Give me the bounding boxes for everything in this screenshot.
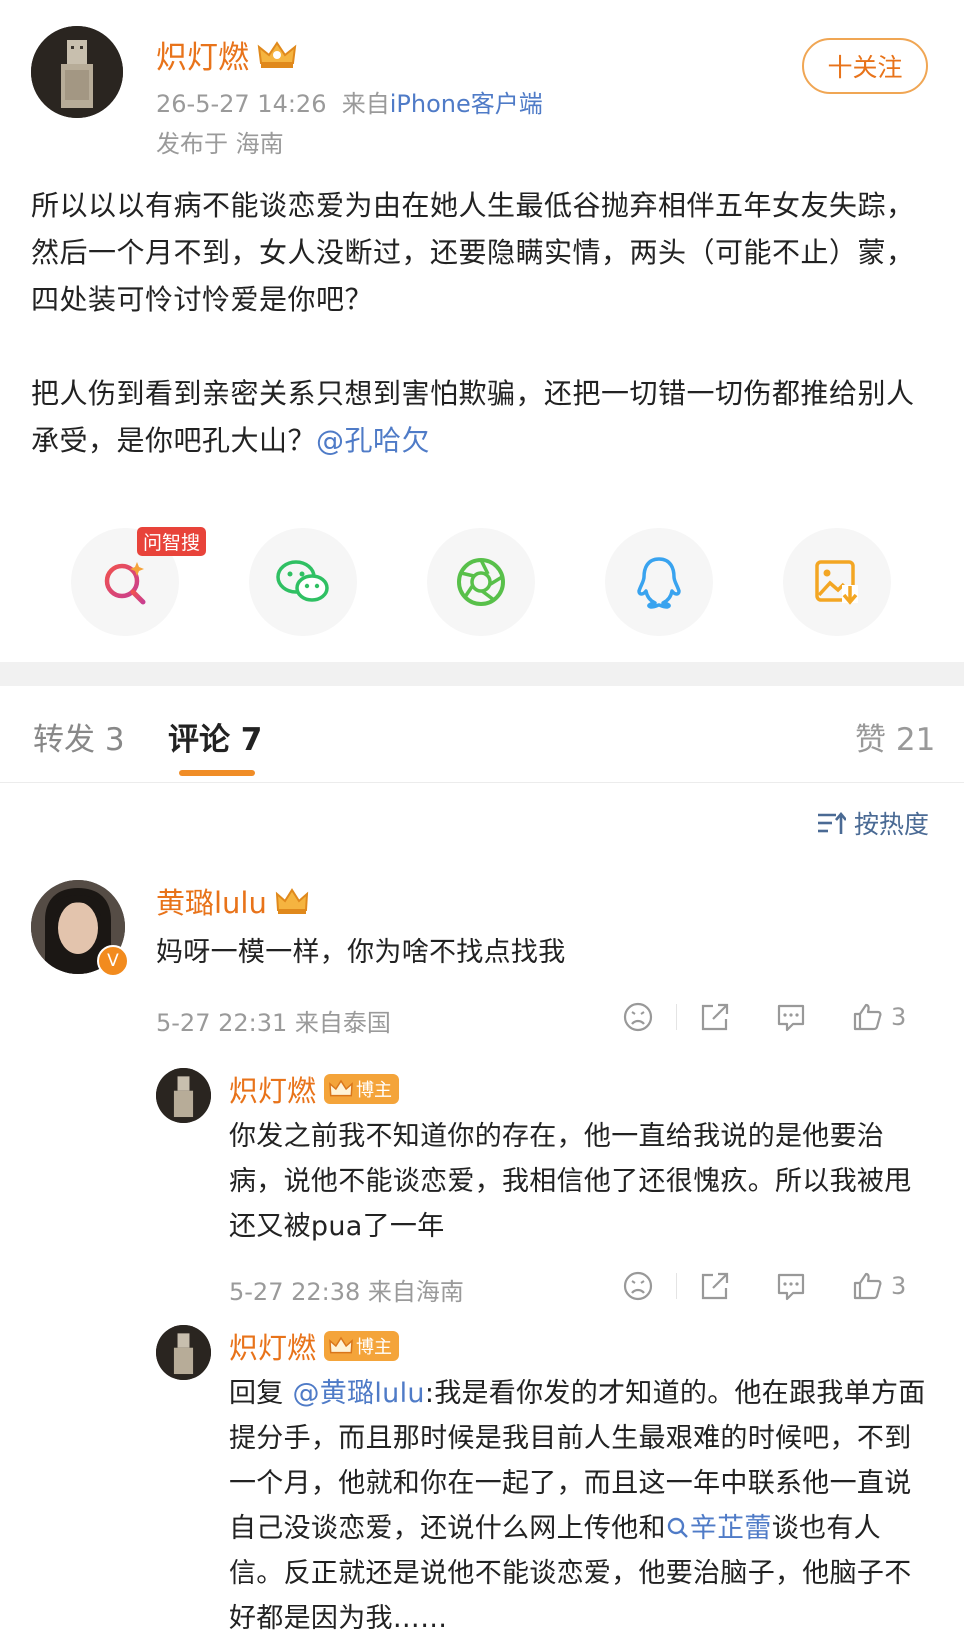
reply-actions: 3: [600, 1266, 906, 1306]
wechat-icon: [276, 560, 329, 602]
share-moments-button[interactable]: [427, 528, 535, 636]
reply-prefix: 回复: [229, 1378, 293, 1409]
repost-button[interactable]: [677, 1266, 753, 1306]
thumbs-up-icon: [853, 1003, 882, 1031]
tab-like[interactable]: 赞 21: [855, 714, 935, 759]
blogger-badge: 博主: [324, 1331, 400, 1361]
sort-icon: [818, 811, 846, 834]
search-icon: [667, 1517, 688, 1538]
share-qq-button[interactable]: [605, 528, 713, 636]
post-paragraph-2-text: 把人伤到看到亲密关系只想到害怕欺骗，还把一切错一切伤都推给别人承受，是你吧孔大山…: [31, 377, 915, 457]
save-image-icon: [815, 560, 858, 605]
comment-text: 妈呀一模一样，你为啥不找点找我: [156, 937, 566, 968]
author-name[interactable]: 炽灯燃: [156, 32, 297, 77]
moments-icon: [457, 558, 505, 606]
share-icon: [701, 1272, 729, 1300]
active-tab-indicator: [179, 770, 255, 776]
follow-button[interactable]: 十关注: [802, 38, 928, 94]
thumbs-up-icon: [853, 1272, 882, 1300]
mention-link[interactable]: @黄璐lulu: [292, 1378, 424, 1409]
comment-meta: 5-27 22:31 来自泰国: [156, 1009, 391, 1037]
reply-author-name-text: 炽灯燃: [229, 1074, 317, 1108]
reply-meta: 5-27 22:38 来自海南: [229, 1278, 464, 1306]
tab-repost[interactable]: 转发 3: [33, 714, 125, 759]
post-device-link[interactable]: iPhone客户端: [390, 90, 543, 118]
post-from-label: 来自: [341, 90, 390, 118]
verified-v-icon: V: [97, 945, 129, 977]
sort-label: 按热度: [854, 810, 930, 839]
sad-face-icon: [623, 1002, 653, 1032]
reply-avatar[interactable]: [156, 1068, 211, 1123]
statue-avatar-image: [156, 1068, 211, 1123]
reply-author-name[interactable]: 炽灯燃 博主: [229, 1325, 400, 1367]
comment-icon: [777, 1004, 805, 1032]
vip-crown-icon: [257, 40, 297, 68]
dislike-button[interactable]: [600, 997, 676, 1037]
commenter-name[interactable]: 黄璐lulu: [156, 880, 309, 922]
qq-icon: [637, 557, 681, 609]
blogger-badge-label: 博主: [356, 1337, 393, 1358]
repost-button[interactable]: [677, 997, 753, 1037]
comment-actions: 3: [600, 997, 906, 1037]
search-topic-text: 辛芷蕾: [689, 1513, 772, 1544]
reply-text: 回复 @黄璐lulu:我是看你发的才知道的。他在跟我单方面提分手，而且那时候是我…: [229, 1371, 934, 1634]
like-count: 3: [891, 1003, 907, 1031]
ai-search-badge: 问智搜: [137, 527, 207, 556]
mention-link[interactable]: @孔哈欠: [316, 424, 430, 457]
tab-comment[interactable]: 评论 7: [168, 714, 262, 759]
crown-icon: [329, 1079, 353, 1097]
sad-face-icon: [623, 1271, 653, 1301]
post-paragraph-1: 所以以以有病不能谈恋爱为由在她人生最低谷抛弃相伴五年女友失踪，然后一个月不到，女…: [31, 189, 915, 316]
commenter-name-text: 黄璐lulu: [156, 886, 267, 920]
reply-author-name[interactable]: 炽灯燃 博主: [229, 1068, 400, 1110]
comment-icon: [777, 1273, 805, 1301]
reply-author-name-text: 炽灯燃: [229, 1331, 317, 1365]
ai-search-icon: [104, 562, 146, 605]
author-avatar[interactable]: [31, 26, 123, 118]
reply-button[interactable]: [753, 1266, 829, 1306]
share-icon: [701, 1003, 729, 1031]
save-image-button[interactable]: [783, 528, 891, 636]
dislike-button[interactable]: [600, 1266, 676, 1306]
crown-icon: [329, 1336, 353, 1354]
author-name-text: 炽灯燃: [156, 40, 249, 76]
share-wechat-button[interactable]: [249, 528, 357, 636]
post-location: 发布于 海南: [156, 130, 284, 158]
reply-button[interactable]: [753, 997, 829, 1037]
like-count: 3: [891, 1272, 907, 1300]
post-time: 26-5-27 14:26: [156, 90, 327, 118]
sort-button[interactable]: 按热度: [816, 805, 929, 841]
statue-avatar-image: [31, 26, 123, 118]
post-meta: 26-5-27 14:26 来自iPhone客户端: [156, 84, 543, 119]
reply-text: 你发之前我不知道你的存在，他一直给我说的是他要治病，说他不能谈恋爱，我相信他了还…: [229, 1121, 912, 1242]
blogger-badge-label: 博主: [356, 1080, 393, 1101]
post-paragraph-2: 把人伤到看到亲密关系只想到害怕欺骗，还把一切错一切伤都推给别人承受，是你吧孔大山…: [31, 370, 936, 464]
tab-divider: [0, 782, 964, 783]
blogger-badge: 博主: [324, 1074, 400, 1104]
search-topic-link[interactable]: 辛芷蕾: [666, 1513, 772, 1544]
vip-crown-icon: [275, 888, 309, 914]
statue-avatar-image: [156, 1325, 211, 1380]
section-divider: [0, 662, 964, 686]
reply-avatar[interactable]: [156, 1325, 211, 1380]
